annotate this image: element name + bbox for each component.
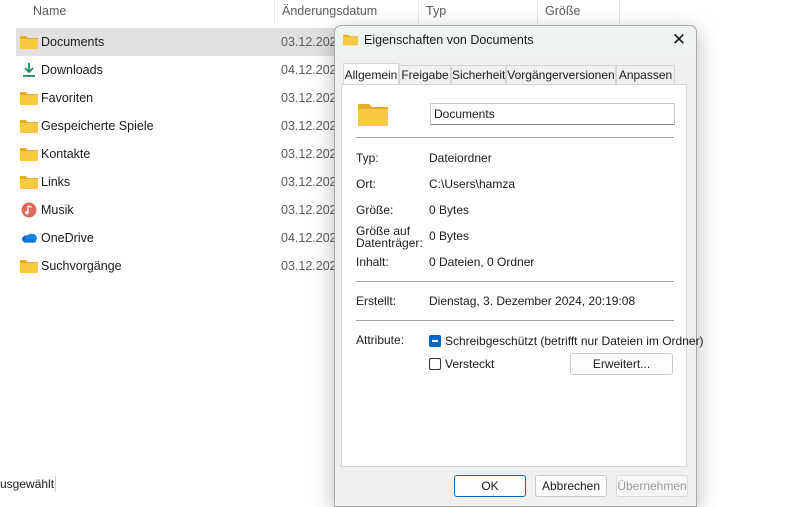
hidden-checkbox-label[interactable]: Versteckt bbox=[445, 358, 494, 371]
divider bbox=[356, 320, 674, 321]
file-name: Kontakte bbox=[41, 147, 91, 161]
folder-icon bbox=[20, 92, 38, 105]
folder-icon bbox=[20, 148, 38, 161]
status-bar-selection: usgewählt bbox=[0, 477, 55, 491]
column-header-type[interactable]: Typ bbox=[420, 0, 536, 24]
column-separator[interactable] bbox=[274, 0, 275, 24]
folder-icon bbox=[20, 120, 38, 133]
download-icon bbox=[23, 63, 35, 77]
file-row[interactable]: Kontakte 03.12.2024 bbox=[16, 140, 346, 168]
column-header-bar: Name ^ Änderungsdatum Typ Größe bbox=[0, 0, 620, 24]
location-value: C:\Users\hamza bbox=[429, 177, 516, 191]
file-row[interactable]: Favoriten 03.12.2024 bbox=[16, 84, 346, 112]
type-label: Typ: bbox=[356, 151, 379, 165]
tab-sicherheit[interactable]: Sicherheit bbox=[451, 65, 506, 84]
folder-icon bbox=[20, 260, 38, 273]
contents-value: 0 Dateien, 0 Ordner bbox=[429, 255, 535, 269]
folder-icon bbox=[343, 34, 358, 46]
contents-label: Inhalt: bbox=[356, 255, 389, 269]
location-label: Ort: bbox=[356, 177, 376, 191]
column-separator[interactable] bbox=[619, 0, 620, 24]
file-row[interactable]: Gespeicherte Spiele 03.12.2024 bbox=[16, 112, 346, 140]
dialog-titlebar[interactable]: Eigenschaften von Documents ✕ bbox=[335, 26, 696, 54]
divider bbox=[356, 281, 674, 282]
type-value: Dateiordner bbox=[429, 151, 492, 165]
file-name: Gespeicherte Spiele bbox=[41, 119, 154, 133]
tab-anpassen[interactable]: Anpassen bbox=[616, 65, 675, 84]
music-icon bbox=[21, 202, 37, 218]
attributes-label: Attribute: bbox=[356, 333, 405, 347]
size-value: 0 Bytes bbox=[429, 203, 470, 217]
close-icon: ✕ bbox=[671, 30, 687, 49]
column-separator[interactable] bbox=[537, 0, 538, 24]
close-button[interactable]: ✕ bbox=[662, 26, 696, 54]
created-value: Dienstag, 3. Dezember 2024, 20:19:08 bbox=[429, 294, 636, 308]
file-name: Downloads bbox=[41, 63, 103, 77]
readonly-checkbox[interactable] bbox=[429, 335, 441, 347]
properties-dialog: Eigenschaften von Documents ✕ Allgemein … bbox=[334, 25, 704, 507]
size-label: Größe: bbox=[356, 203, 394, 217]
column-header-date[interactable]: Änderungsdatum bbox=[276, 0, 416, 24]
status-divider bbox=[55, 476, 56, 492]
file-name: Favoriten bbox=[41, 91, 94, 105]
onedrive-icon bbox=[22, 233, 37, 243]
hidden-checkbox[interactable] bbox=[429, 358, 441, 370]
folder-icon bbox=[20, 176, 38, 189]
file-name: Documents bbox=[41, 35, 105, 49]
folder-name-input[interactable] bbox=[430, 103, 675, 125]
file-row[interactable]: Musik 03.12.2024 bbox=[16, 196, 346, 224]
file-row[interactable]: Documents 03.12.2024 bbox=[16, 28, 346, 56]
file-row[interactable]: Links 03.12.2024 bbox=[16, 168, 346, 196]
divider bbox=[356, 137, 674, 138]
folder-large-icon bbox=[358, 104, 388, 126]
file-row[interactable]: Downloads 04.12.2024 bbox=[16, 56, 346, 84]
general-tab-panel: Typ: Dateiordner Ort: C:\Users\hamza Grö… bbox=[341, 84, 704, 467]
tab-freigabe[interactable]: Freigabe bbox=[399, 65, 451, 84]
file-name: Links bbox=[41, 175, 71, 189]
dialog-title: Eigenschaften von Documents bbox=[364, 33, 534, 47]
folder-icon bbox=[20, 36, 38, 49]
tab-allgemein[interactable]: Allgemein bbox=[343, 63, 399, 84]
disk-size-value: 0 Bytes bbox=[429, 229, 470, 243]
column-header-size[interactable]: Größe bbox=[539, 0, 619, 24]
created-label: Erstellt: bbox=[356, 294, 397, 308]
column-separator[interactable] bbox=[418, 0, 419, 24]
disk-size-label-line2: Datenträger: bbox=[356, 236, 423, 250]
file-name: OneDrive bbox=[41, 231, 94, 245]
advanced-button[interactable]: Erweitert... bbox=[570, 353, 673, 375]
file-name: Suchvorgänge bbox=[41, 259, 122, 273]
file-row[interactable]: Suchvorgänge 03.12.2024 bbox=[16, 252, 346, 280]
tab-vorgaengerversionen[interactable]: Vorgängerversionen bbox=[506, 65, 616, 84]
file-name: Musik bbox=[41, 203, 74, 217]
file-row[interactable]: OneDrive 04.12.2024 bbox=[16, 224, 346, 252]
readonly-checkbox-label[interactable]: Schreibgeschützt (betrifft nur Dateien i… bbox=[445, 335, 704, 348]
file-list: Documents 03.12.2024 Downloads 04.12.202… bbox=[16, 28, 346, 280]
sort-caret-icon: ^ bbox=[146, 0, 151, 5]
